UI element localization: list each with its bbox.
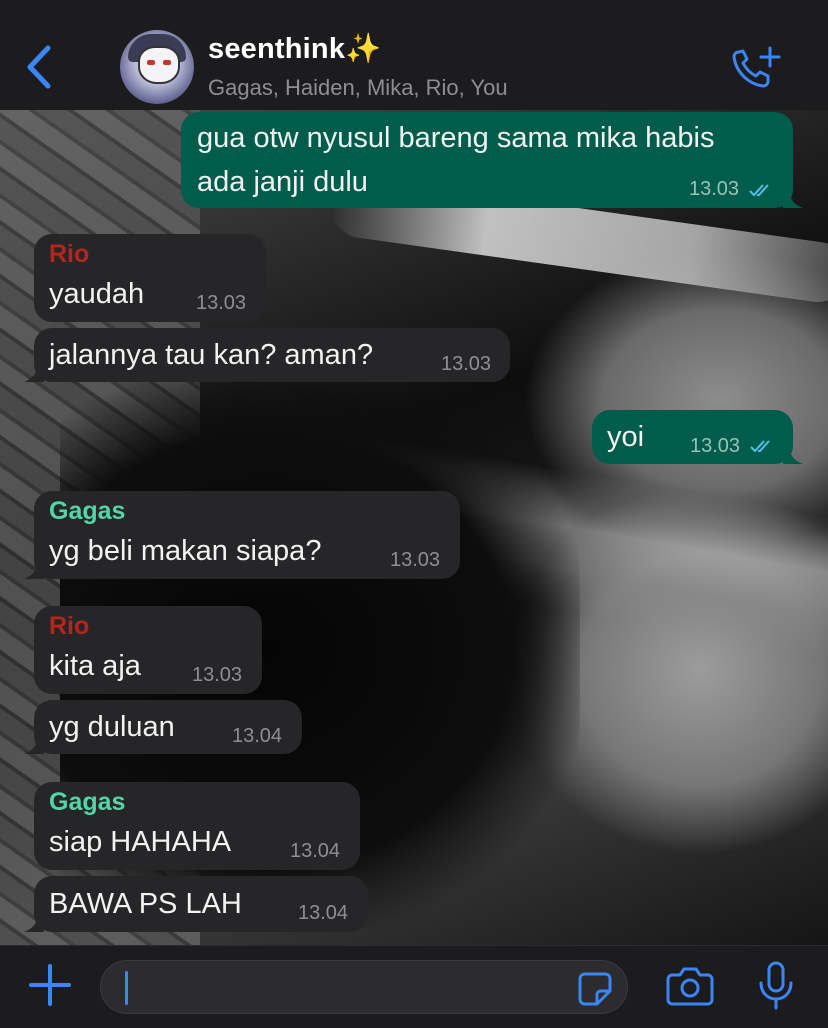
message-bubble-outgoing[interactable]: yoi 13.03 — [592, 410, 803, 464]
chat-header: seenthink✨ Gagas, Haiden, Mika, Rio, You — [0, 0, 828, 110]
message-sender: Rio — [49, 612, 90, 640]
message-text: BAWA PS LAH — [49, 888, 242, 920]
message-text: yoi — [607, 421, 645, 453]
message-time: 13.03 — [690, 435, 741, 457]
message-bubble-incoming[interactable]: jalannya tau kan? aman? 13.03 — [24, 328, 510, 382]
chat-members[interactable]: Gagas, Haiden, Mika, Rio, You — [208, 75, 508, 101]
chevron-left-icon — [27, 45, 51, 89]
message-bubble-outgoing[interactable]: gua otw nyusul bareng sama mika habis ad… — [181, 112, 803, 208]
message-text: yg duluan — [49, 711, 175, 743]
message-time: 13.04 — [298, 902, 349, 924]
message-time: 13.03 — [196, 292, 247, 314]
message-text: jalannya tau kan? aman? — [49, 339, 374, 371]
voice-message-button[interactable] — [756, 961, 796, 1011]
message-time: 13.03 — [390, 549, 441, 571]
message-text: ada janji dulu — [197, 166, 368, 198]
message-input[interactable] — [100, 960, 628, 1014]
message-sender: Gagas — [49, 788, 126, 816]
back-button[interactable] — [20, 42, 60, 92]
message-sender: Gagas — [49, 497, 126, 525]
message-time: 13.04 — [290, 840, 341, 862]
message-bubble-incoming[interactable]: Rio yaudah 13.03 — [34, 234, 266, 322]
plus-icon — [29, 964, 71, 1006]
message-text: yg beli makan siapa? — [49, 535, 322, 567]
message-time: 13.03 — [441, 353, 492, 375]
camera-icon — [666, 967, 714, 1006]
camera-button[interactable] — [666, 966, 714, 1006]
chat-title[interactable]: seenthink✨ — [208, 32, 381, 66]
microphone-icon — [759, 961, 793, 1010]
attach-button[interactable] — [28, 963, 72, 1007]
read-receipt-icon — [750, 440, 770, 453]
message-bubble-incoming[interactable]: yg duluan 13.04 — [24, 700, 302, 754]
text-caret — [125, 971, 128, 1005]
add-call-icon — [732, 46, 781, 88]
message-sender: Rio — [49, 240, 90, 268]
composer-bar — [0, 945, 828, 1028]
sticker-icon — [578, 972, 612, 1006]
read-receipt-icon — [749, 184, 769, 197]
message-text: gua otw nyusul bareng sama mika habis — [197, 122, 715, 154]
group-avatar[interactable] — [120, 30, 194, 104]
message-text: yaudah — [49, 278, 145, 310]
message-time: 13.04 — [232, 725, 283, 747]
message-text: siap HAHAHA — [49, 826, 232, 858]
message-text: kita aja — [49, 650, 141, 682]
message-bubble-incoming[interactable]: BAWA PS LAH 13.04 — [24, 876, 368, 932]
sticker-button[interactable] — [577, 971, 613, 1007]
message-bubble-incoming[interactable]: Gagas yg beli makan siapa? 13.03 — [24, 491, 460, 579]
message-time: 13.03 — [689, 178, 740, 200]
add-call-button[interactable] — [730, 44, 784, 92]
message-time: 13.03 — [192, 664, 243, 686]
message-bubble-incoming[interactable]: Gagas siap HAHAHA 13.04 — [34, 782, 360, 870]
message-bubble-incoming[interactable]: Rio kita aja 13.03 — [34, 606, 262, 694]
